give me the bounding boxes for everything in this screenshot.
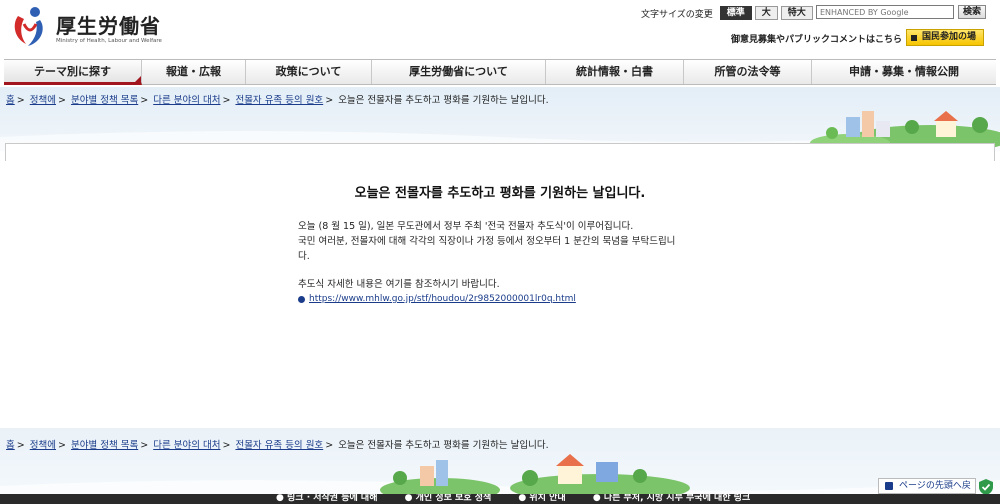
font-size-large-button[interactable]: 大: [754, 6, 778, 20]
participation-button[interactable]: 国民参加の場: [906, 29, 984, 46]
paragraph-line: 국민 여러분, 전몰자에 대해 각각의 직장이나 가정 등에서 정오부터 1 분…: [298, 236, 676, 247]
site-header: 厚生労働省 Ministry of Health, Labour and Wel…: [0, 0, 1000, 56]
breadcrumb-current: 오늘은 전몰자를 추도하고 평화를 기원하는 날입니다.: [338, 95, 549, 106]
reference-link[interactable]: https://www.mhlw.go.jp/stf/houdou/2r9852…: [309, 292, 576, 307]
breadcrumb-bereaved-support[interactable]: 전몰자 유족 등의 원호: [235, 440, 323, 451]
breadcrumb-bottom: 홈 > 정책에 > 분야별 정책 목록 > 다른 분야의 대처 > 전몰자 유족 등의 …: [6, 440, 549, 451]
site-search: 検索: [816, 5, 986, 19]
footer-link-other-ministries[interactable]: ● 다른 부처, 지방 지부 부국에 대한 링크: [593, 494, 762, 503]
nav-theme-search[interactable]: テーマ別に探す: [4, 60, 142, 85]
footer-bar: ● 링크 · 저작권 등에 대해 ● 개인 정보 보호 정책 ● 위치 안내 ●…: [0, 494, 1000, 504]
breadcrumb-band: 홈 > 정책에 > 분야별 정책 목록 > 다른 분야의 대처 > 전몰자 유족 등의 …: [0, 87, 1000, 151]
square-bullet-icon: [911, 35, 917, 41]
breadcrumb-policy-list[interactable]: 분야별 정책 목록: [71, 95, 138, 106]
font-size-standard-button[interactable]: 標準: [719, 6, 752, 20]
breadcrumb-policy[interactable]: 정책에: [30, 95, 56, 106]
link-bullet-icon: [298, 296, 305, 303]
reference-link-row: https://www.mhlw.go.jp/stf/houdou/2r9852…: [298, 292, 698, 307]
back-to-top-button[interactable]: ページの先頭へ戻る: [878, 478, 976, 504]
font-size-label: 文字サイズの変更: [641, 9, 713, 20]
bottom-breadcrumb-band: 홈 > 정책에 > 분야별 정책 목록 > 다른 분야의 대처 > 전몰자 유족 등의 …: [0, 428, 1000, 504]
site-logo[interactable]: 厚生労働省 Ministry of Health, Labour and Wel…: [10, 4, 180, 48]
breadcrumb-policy[interactable]: 정책에: [30, 440, 56, 451]
nav-policy[interactable]: 政策について: [246, 60, 372, 84]
participation-button-label: 国民参加の場: [922, 32, 977, 42]
paragraph-line: 다.: [298, 251, 310, 262]
breadcrumb-other-fields[interactable]: 다른 분야의 대처: [153, 95, 220, 106]
logo-subtitle: Ministry of Health, Labour and Welfare: [56, 38, 162, 44]
breadcrumb-current: 오늘은 전몰자를 추도하고 평화를 기원하는 날입니다.: [338, 440, 549, 451]
global-nav: テーマ別に探す 報道・広報 政策について 厚生労働省について 統計情報・白書 所…: [4, 59, 996, 85]
breadcrumb: 홈 > 정책에 > 분야별 정책 목록 > 다른 분야의 대처 > 전몰자 유족 등의 …: [6, 95, 549, 106]
nav-press[interactable]: 報道・広報: [142, 60, 246, 84]
nav-laws[interactable]: 所管の法令等: [684, 60, 812, 84]
content-frame: [5, 143, 995, 161]
breadcrumb-policy-list[interactable]: 분야별 정책 목록: [71, 440, 138, 451]
nav-about[interactable]: 厚生労働省について: [372, 60, 546, 84]
search-input[interactable]: [816, 5, 954, 19]
corner-triangle-icon: [135, 76, 141, 82]
footer-link-privacy[interactable]: ● 개인 정보 보호 정책: [405, 494, 504, 503]
nav-label: テーマ別に探す: [34, 65, 111, 78]
paragraph-line: 오늘 (8 월 15 일), 일본 무도관에서 정부 주최 '전국 전몰자 추도…: [298, 221, 634, 232]
arrow-up-icon: [885, 482, 893, 490]
breadcrumb-home[interactable]: 홈: [6, 440, 15, 451]
search-button[interactable]: 検索: [958, 5, 986, 19]
nav-applications[interactable]: 申請・募集・情報公開: [812, 60, 996, 84]
public-comment-link[interactable]: 御意見募集やパブリックコメントはこちら: [731, 32, 902, 45]
reference-text: 추도식 자세한 내용은 여기를 참조하시기 바랍니다.: [298, 279, 500, 290]
font-size-xlarge-button[interactable]: 特大: [780, 6, 813, 20]
logo-title: 厚生労働省: [56, 14, 161, 38]
footer-links: ● 링크 · 저작권 등에 대해 ● 개인 정보 보호 정책 ● 위치 안내 ●…: [276, 494, 774, 503]
font-size-switcher: 文字サイズの変更 標準 大 特大: [641, 6, 813, 20]
breadcrumb-home[interactable]: 홈: [6, 95, 15, 106]
nav-statistics[interactable]: 統計情報・白書: [546, 60, 684, 84]
breadcrumb-other-fields[interactable]: 다른 분야의 대처: [153, 440, 220, 451]
page-title: 오늘은 전몰자를 추도하고 평화를 기원하는 날입니다.: [354, 186, 646, 201]
footer-link-location[interactable]: ● 위치 안내: [518, 494, 577, 503]
breadcrumb-bereaved-support[interactable]: 전몰자 유족 등의 원호: [235, 95, 323, 106]
article-body: 오늘 (8 월 15 일), 일본 무도관에서 정부 주최 '전국 전몰자 추도…: [298, 219, 698, 307]
mhlw-logo-icon: [14, 7, 43, 46]
footer-link-copyright[interactable]: ● 링크 · 저작권 등에 대해: [276, 494, 389, 503]
